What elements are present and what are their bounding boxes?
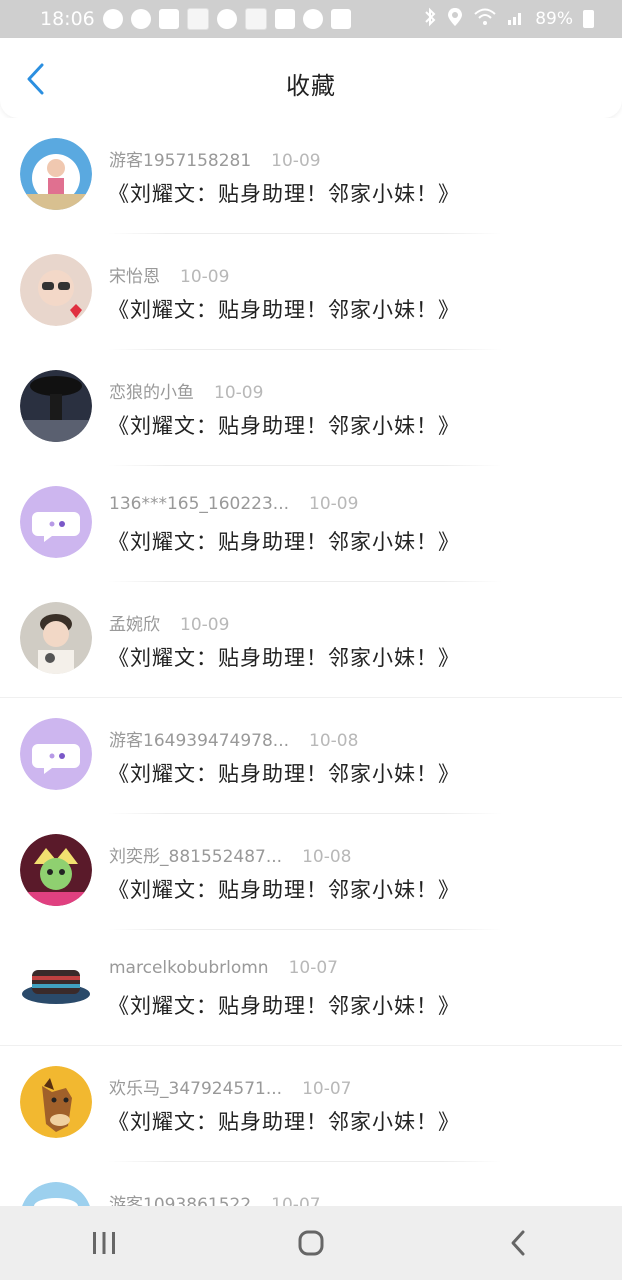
list-item[interactable]: 136***165_160223... 10-09 《刘耀文：贴身助理！邻家小妹…: [0, 466, 622, 582]
battery-icon: [583, 10, 594, 28]
item-title[interactable]: 《刘耀文：贴身助理！邻家小妹！》: [108, 758, 460, 788]
item-title[interactable]: 《刘耀文：贴身助理！邻家小妹！》: [108, 642, 460, 672]
date: 10-07: [288, 958, 338, 978]
item-meta: 欢乐马_347924571... 10-07: [109, 1074, 352, 1099]
list-item[interactable]: 宋怡恩 10-09 《刘耀文：贴身助理！邻家小妹！》: [0, 234, 622, 350]
date: 10-08: [309, 731, 359, 751]
avatar[interactable]: [20, 486, 92, 558]
avatar[interactable]: [20, 254, 92, 326]
globe-icon: [302, 9, 323, 29]
item-title[interactable]: 《刘耀文：贴身助理！邻家小妹！》: [108, 178, 460, 208]
status-time: 18:06: [40, 8, 95, 30]
avatar[interactable]: [20, 1066, 92, 1138]
item-title[interactable]: 《刘耀文：贴身助理！邻家小妹！》: [108, 526, 460, 556]
system-back-button[interactable]: [488, 1213, 548, 1273]
home-icon: [298, 1230, 324, 1256]
list-item[interactable]: 游客1957158281 10-09 《刘耀文：贴身助理！邻家小妹！》: [0, 118, 622, 234]
date: 10-09: [214, 383, 264, 403]
avatar[interactable]: [20, 138, 92, 210]
bluetooth-icon: [423, 7, 437, 32]
avatar[interactable]: [20, 602, 92, 674]
page-title: 收藏: [286, 72, 336, 100]
username: 欢乐马_347924571...: [109, 1079, 283, 1099]
item-meta: 游客1093861522 10-07: [109, 1190, 321, 1206]
username: 游客1093861522: [109, 1195, 252, 1206]
system-icons: 89%: [423, 7, 594, 32]
globe-icon: [102, 9, 123, 29]
recents-icon: [92, 1232, 115, 1254]
list-item[interactable]: 恋狼的小鱼 10-09 《刘耀文：贴身助理！邻家小妹！》: [0, 350, 622, 466]
date: 10-07: [271, 1195, 321, 1206]
item-meta: marcelkobubrlomn 10-07: [109, 958, 338, 980]
date: 10-07: [302, 1079, 352, 1099]
item-meta: 孟婉欣 10-09: [109, 610, 230, 635]
back-icon: [511, 1230, 525, 1256]
item-title[interactable]: 《刘耀文：贴身助理！邻家小妹！》: [108, 990, 460, 1020]
date: 10-08: [302, 847, 352, 867]
list-item[interactable]: 游客1093861522 10-07: [0, 1162, 622, 1206]
date: 10-09: [309, 494, 359, 514]
username: 游客1957158281: [109, 151, 252, 171]
item-meta: 刘奕彤_881552487... 10-08: [109, 842, 352, 867]
avatar[interactable]: [20, 718, 92, 790]
avatar[interactable]: [20, 370, 92, 442]
username: 刘奕彤_881552487...: [109, 847, 283, 867]
username: 游客164939474978...: [109, 731, 290, 751]
account-icon: [130, 9, 151, 29]
username: marcelkobubrlomn: [109, 958, 269, 978]
status-bar: 18:06 89%: [0, 0, 622, 38]
wifi-icon: [473, 7, 497, 32]
list-item[interactable]: 欢乐马_347924571... 10-07 《刘耀文：贴身助理！邻家小妹！》: [0, 1046, 622, 1162]
location-icon: [447, 7, 463, 32]
recents-button[interactable]: [74, 1213, 134, 1273]
item-title[interactable]: 《刘耀文：贴身助理！邻家小妹！》: [108, 294, 460, 324]
battery-level: 89%: [535, 9, 573, 29]
notification-icons: [102, 8, 351, 30]
list-item[interactable]: 游客164939474978... 10-08 《刘耀文：贴身助理！邻家小妹！》: [0, 698, 622, 814]
app-notification-icon: [186, 8, 209, 30]
image-icon: [330, 9, 351, 29]
item-meta: 游客164939474978... 10-08: [109, 726, 359, 751]
item-meta: 宋怡恩 10-09: [109, 262, 230, 287]
item-title[interactable]: 《刘耀文：贴身助理！邻家小妹！》: [108, 874, 460, 904]
item-title[interactable]: 《刘耀文：贴身助理！邻家小妹！》: [108, 1106, 460, 1136]
favorites-list[interactable]: 游客1957158281 10-09 《刘耀文：贴身助理！邻家小妹！》 宋怡恩 …: [0, 118, 622, 1206]
home-button[interactable]: [281, 1213, 341, 1273]
username: 136***165_160223...: [109, 494, 290, 514]
item-title[interactable]: 《刘耀文：贴身助理！邻家小妹！》: [108, 410, 460, 440]
avatar[interactable]: [20, 950, 92, 1022]
avatar[interactable]: [20, 1182, 92, 1206]
list-item[interactable]: marcelkobubrlomn 10-07 《刘耀文：贴身助理！邻家小妹！》: [0, 930, 622, 1046]
username: 宋怡恩: [109, 267, 160, 287]
date: 10-09: [271, 151, 321, 171]
username: 恋狼的小鱼: [109, 383, 194, 403]
signal-icon: [507, 8, 525, 31]
at-icon: [216, 9, 237, 29]
list-item[interactable]: 孟婉欣 10-09 《刘耀文：贴身助理！邻家小妹！》: [0, 582, 622, 698]
date: 10-09: [180, 615, 230, 635]
item-meta: 游客1957158281 10-09: [109, 146, 321, 171]
mail-icon: [158, 9, 179, 29]
item-meta: 恋狼的小鱼 10-09: [109, 378, 264, 403]
plus-icon: [274, 9, 295, 29]
username: 孟婉欣: [109, 615, 160, 635]
item-meta: 136***165_160223... 10-09: [109, 494, 358, 516]
app-notification-icon: [244, 8, 267, 30]
date: 10-09: [180, 267, 230, 287]
avatar[interactable]: [20, 834, 92, 906]
list-item[interactable]: 刘奕彤_881552487... 10-08 《刘耀文：贴身助理！邻家小妹！》: [0, 814, 622, 930]
header: 收藏: [0, 38, 622, 118]
navigation-bar: [0, 1206, 622, 1280]
